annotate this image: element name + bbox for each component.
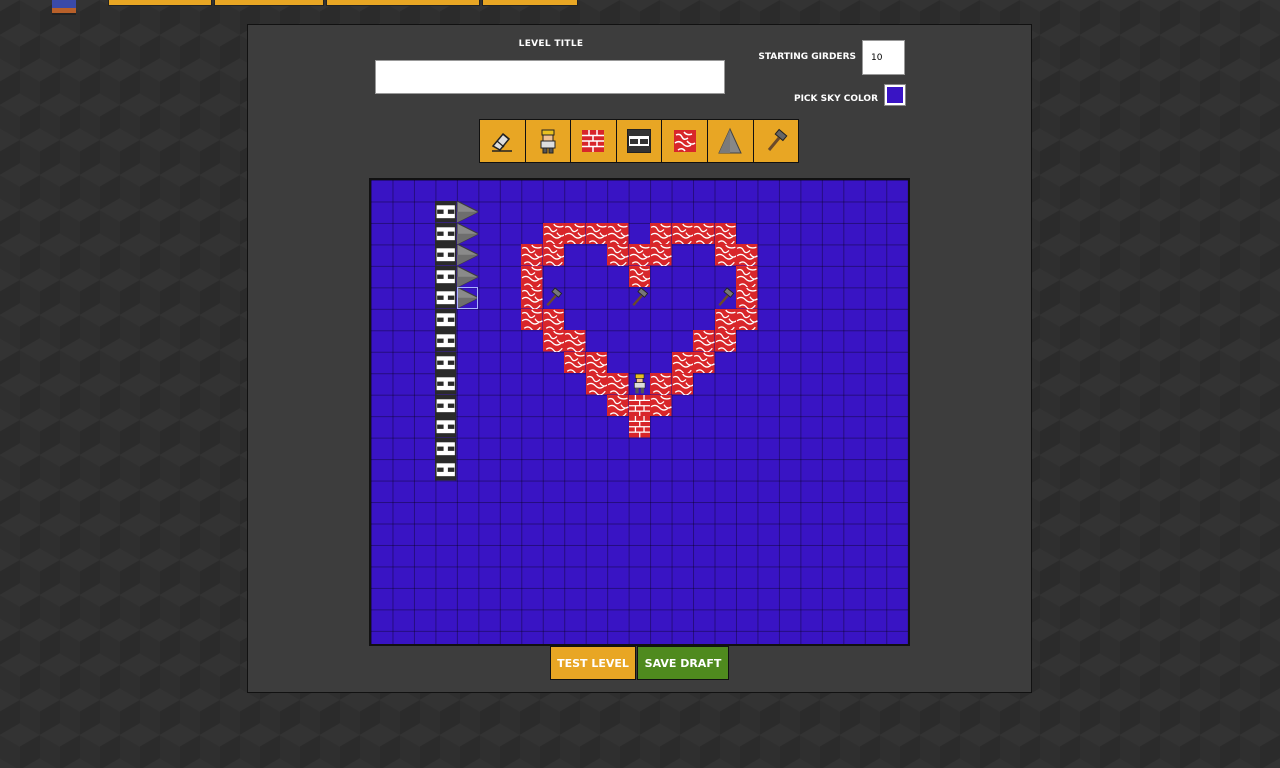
- breakable-brick-tile[interactable]: [693, 222, 715, 245]
- breakable-brick-tile[interactable]: [521, 265, 543, 288]
- breakable-brick-tile[interactable]: [607, 244, 629, 266]
- breakable-brick-tile[interactable]: [736, 308, 758, 331]
- breakable-brick-tile[interactable]: [542, 244, 565, 266]
- breakable-brick-tile[interactable]: [650, 394, 672, 417]
- breakable-brick-tile[interactable]: [714, 308, 737, 331]
- tool-hammer[interactable]: [753, 120, 799, 162]
- top-nav-tab[interactable]: [326, 0, 480, 6]
- breakable-brick-tile[interactable]: [585, 351, 608, 374]
- breakable-brick-tile[interactable]: [521, 308, 543, 331]
- tool-steel-block[interactable]: [616, 120, 662, 162]
- top-nav-tab[interactable]: [482, 0, 578, 6]
- brick-tile[interactable]: [628, 394, 651, 417]
- starting-girders-label: STARTING GIRDERS: [758, 52, 856, 62]
- steel-block-tile[interactable]: [435, 244, 457, 266]
- breakable-brick-tile[interactable]: [564, 330, 586, 352]
- breakable-brick-tile[interactable]: [521, 287, 543, 309]
- breakable-brick-tile[interactable]: [607, 222, 629, 245]
- tool-breakable-brick[interactable]: [662, 120, 707, 162]
- top-nav-tab[interactable]: [108, 0, 212, 6]
- grid-canvas[interactable]: [371, 180, 908, 644]
- hammer-pickup[interactable]: [715, 287, 736, 308]
- steel-block-icon: [627, 129, 652, 153]
- hammer-icon: [767, 128, 788, 151]
- cracked-brick-icon: [673, 130, 696, 152]
- top-nav-tab[interactable]: [214, 0, 324, 6]
- spike-icon: [718, 127, 743, 154]
- breakable-brick-tile[interactable]: [650, 244, 672, 266]
- breakable-brick-tile[interactable]: [585, 222, 608, 245]
- breakable-brick-tile[interactable]: [671, 222, 694, 245]
- breakable-brick-tile[interactable]: [650, 222, 672, 245]
- tool-spike[interactable]: [707, 120, 753, 162]
- breakable-brick-tile[interactable]: [628, 244, 651, 266]
- level-grid[interactable]: [369, 178, 910, 646]
- brick-icon: [582, 130, 605, 152]
- breakable-brick-tile[interactable]: [671, 351, 694, 374]
- player-start-tile[interactable]: [629, 373, 650, 394]
- test-level-button[interactable]: TEST LEVEL: [550, 646, 636, 680]
- breakable-brick-tile[interactable]: [650, 373, 672, 395]
- breakable-brick-tile[interactable]: [607, 373, 629, 395]
- breakable-brick-tile[interactable]: [736, 287, 758, 309]
- steel-block-tile[interactable]: [435, 265, 457, 288]
- steel-block-tile[interactable]: [435, 437, 457, 460]
- steel-block-tile[interactable]: [435, 394, 457, 417]
- steel-block-tile[interactable]: [435, 287, 457, 309]
- eraser-icon: [492, 132, 513, 152]
- player-avatar[interactable]: [48, 0, 80, 16]
- tool-eraser[interactable]: [480, 120, 525, 162]
- starting-girders-input[interactable]: [862, 40, 905, 75]
- breakable-brick-tile[interactable]: [693, 330, 715, 352]
- top-nav: [108, 0, 578, 6]
- spike-tile[interactable]: [456, 201, 479, 223]
- spike-tile[interactable]: [456, 244, 479, 266]
- steel-block-tile[interactable]: [435, 351, 457, 374]
- breakable-brick-tile[interactable]: [585, 373, 608, 395]
- breakable-brick-tile[interactable]: [542, 330, 565, 352]
- tool-brick[interactable]: [571, 120, 616, 162]
- breakable-brick-tile[interactable]: [628, 265, 651, 288]
- sky-color-label: PICK SKY COLOR: [793, 94, 878, 104]
- hammer-pickup[interactable]: [543, 287, 564, 308]
- tool-player-start[interactable]: [525, 120, 571, 162]
- breakable-brick-tile[interactable]: [542, 308, 565, 331]
- sky-color-swatch: [887, 87, 903, 103]
- save-draft-button[interactable]: SAVE DRAFT: [637, 646, 729, 680]
- breakable-brick-tile[interactable]: [693, 351, 715, 374]
- breakable-brick-tile[interactable]: [564, 351, 586, 374]
- spike-tile[interactable]: [456, 265, 479, 288]
- spike-tile[interactable]: [456, 222, 479, 245]
- brick-tile[interactable]: [628, 416, 651, 438]
- steel-block-tile[interactable]: [435, 308, 457, 331]
- worker-icon: [540, 129, 556, 154]
- breakable-brick-tile[interactable]: [542, 222, 565, 245]
- level-title-input[interactable]: [375, 60, 725, 94]
- breakable-brick-tile[interactable]: [607, 394, 629, 417]
- tile-toolbar: [479, 119, 800, 163]
- breakable-brick-tile[interactable]: [671, 373, 694, 395]
- breakable-brick-tile[interactable]: [714, 244, 737, 266]
- steel-block-tile[interactable]: [435, 459, 457, 481]
- hammer-pickup[interactable]: [629, 287, 650, 308]
- breakable-brick-tile[interactable]: [714, 222, 737, 245]
- steel-block-tile[interactable]: [435, 330, 457, 352]
- breakable-brick-tile[interactable]: [736, 244, 758, 266]
- sky-color-picker[interactable]: [884, 84, 906, 106]
- breakable-brick-tile[interactable]: [521, 244, 543, 266]
- steel-block-tile[interactable]: [435, 373, 457, 395]
- level-editor-panel: LEVEL TITLE STARTING GIRDERS PICK SKY CO…: [247, 24, 1032, 693]
- steel-block-tile[interactable]: [435, 201, 457, 223]
- breakable-brick-tile[interactable]: [564, 222, 586, 245]
- steel-block-tile[interactable]: [435, 222, 457, 245]
- steel-block-tile[interactable]: [435, 416, 457, 438]
- breakable-brick-tile[interactable]: [714, 330, 737, 352]
- level-title-label: LEVEL TITLE: [518, 39, 584, 49]
- breakable-brick-tile[interactable]: [736, 265, 758, 288]
- spike-tile[interactable]: [456, 287, 479, 309]
